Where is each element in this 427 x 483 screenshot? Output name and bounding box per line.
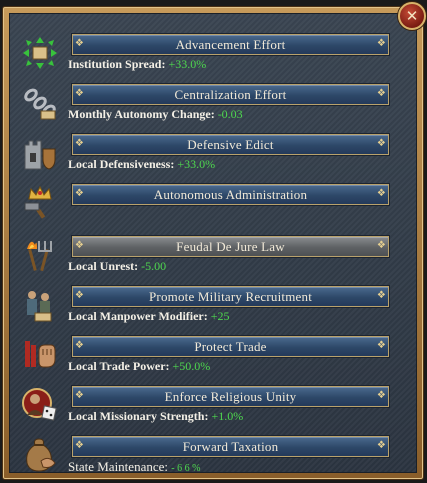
- torch-pitchfork-icon: [20, 236, 60, 274]
- edict-title-banner[interactable]: ❖ Autonomous Administration ❖: [72, 184, 389, 205]
- edict-row-defensive-edict[interactable]: ❖ Defensive Edict ❖ Local Defensiveness: +…: [16, 132, 421, 178]
- effect-label: State Maintenance:: [68, 459, 168, 474]
- edict-effect: Local Manpower Modifier: +25: [68, 309, 230, 324]
- edict-row-promote-military-recruitment[interactable]: ❖ Promote Military Recruitment ❖ Local Man…: [16, 284, 421, 330]
- edict-title: Feudal De Jure Law: [176, 238, 285, 254]
- edict-row-advancement-effort[interactable]: ❖ Advancement Effort ❖ Institution Spread:…: [16, 32, 421, 78]
- effect-value: +50.0%: [172, 359, 211, 373]
- edict-effect: Monthly Autonomy Change: -0.03: [68, 107, 243, 122]
- effect-label: Local Missionary Strength:: [68, 409, 209, 423]
- edict-effect: Local Missionary Strength: +1.0%: [68, 409, 243, 424]
- edict-title: Protect Trade: [194, 338, 267, 354]
- effect-value: +33.0%: [177, 157, 216, 171]
- edict-title: Promote Military Recruitment: [148, 288, 312, 304]
- effect-label: Local Trade Power:: [68, 359, 170, 373]
- trade-fist-icon: [20, 336, 60, 374]
- effect-value: +1.0%: [211, 409, 244, 423]
- edict-title: Forward Taxation: [182, 438, 279, 454]
- edict-title: Defensive Edict: [187, 136, 274, 152]
- money-bag-icon: [20, 436, 60, 474]
- edicts-window: ❖ Advancement Effort ❖ Institution Spread:…: [2, 6, 424, 480]
- effect-label: Local Manpower Modifier:: [68, 309, 208, 323]
- effect-value: +33.0%: [168, 57, 207, 71]
- missionary-dice-icon: [20, 386, 60, 424]
- edict-effect: State Maintenance: - 6 6 %: [68, 459, 200, 475]
- effect-label: Local Unrest:: [68, 259, 139, 273]
- close-x-icon: ✕: [405, 6, 419, 25]
- edict-title-banner[interactable]: ❖ Forward Taxation ❖: [72, 436, 389, 457]
- edict-title: Centralization Effort: [174, 86, 287, 102]
- edict-title-banner[interactable]: ❖ Centralization Effort ❖: [72, 84, 389, 105]
- effect-value: +25: [210, 309, 230, 323]
- edict-row-enforce-religious-unity[interactable]: ❖ Enforce Religious Unity ❖ Local Missiona…: [16, 384, 421, 430]
- edict-row-protect-trade[interactable]: ❖ Protect Trade ❖ Local Trade Power: +50.0…: [16, 334, 421, 380]
- effect-label: Monthly Autonomy Change:: [68, 107, 215, 121]
- edict-title-banner[interactable]: ❖ Promote Military Recruitment ❖: [72, 286, 389, 307]
- close-button[interactable]: ✕: [398, 2, 426, 30]
- edict-effect: Local Unrest: -5.00: [68, 259, 166, 274]
- effect-value: -0.03: [217, 107, 243, 121]
- edicts-panel: ❖ Advancement Effort ❖ Institution Spread:…: [9, 13, 417, 474]
- effect-value: - 6 6 %: [171, 463, 201, 474]
- edict-title: Enforce Religious Unity: [164, 388, 297, 404]
- edict-row-autonomous-administration[interactable]: ❖ Autonomous Administration ❖: [16, 182, 421, 228]
- edict-title-banner[interactable]: ❖ Protect Trade ❖: [72, 336, 389, 357]
- crown-hammer-icon: [20, 184, 60, 222]
- edict-effect: Local Trade Power: +50.0%: [68, 359, 210, 374]
- edict-row-centralization-effort[interactable]: ❖ Centralization Effort ❖ Monthly Autonomy…: [16, 82, 421, 128]
- effect-label: Institution Spread:: [68, 57, 166, 71]
- edict-title: Advancement Effort: [175, 36, 286, 52]
- arrows-scroll-icon: [20, 34, 60, 72]
- edict-row-forward-taxation[interactable]: ❖ Forward Taxation ❖ State Maintenance: - …: [16, 434, 421, 480]
- effect-value: -5.00: [141, 259, 167, 273]
- edict-title-banner[interactable]: ❖ Defensive Edict ❖: [72, 134, 389, 155]
- edict-row-feudal-de-jure-law[interactable]: ❖ Feudal De Jure Law ❖ Local Unrest: -5.00: [16, 234, 421, 280]
- edict-effect: Local Defensiveness: +33.0%: [68, 157, 215, 172]
- soldiers-icon: [20, 286, 60, 324]
- effect-label: Local Defensiveness:: [68, 157, 175, 171]
- edict-title-banner[interactable]: ❖ Feudal De Jure Law ❖: [72, 236, 389, 257]
- edict-effect: Institution Spread: +33.0%: [68, 57, 206, 72]
- edict-title: Autonomous Administration: [153, 186, 308, 202]
- fortress-shield-icon: [20, 134, 60, 172]
- chain-icon: [20, 84, 60, 122]
- edict-title-banner[interactable]: ❖ Enforce Religious Unity ❖: [72, 386, 389, 407]
- edict-title-banner[interactable]: ❖ Advancement Effort ❖: [72, 34, 389, 55]
